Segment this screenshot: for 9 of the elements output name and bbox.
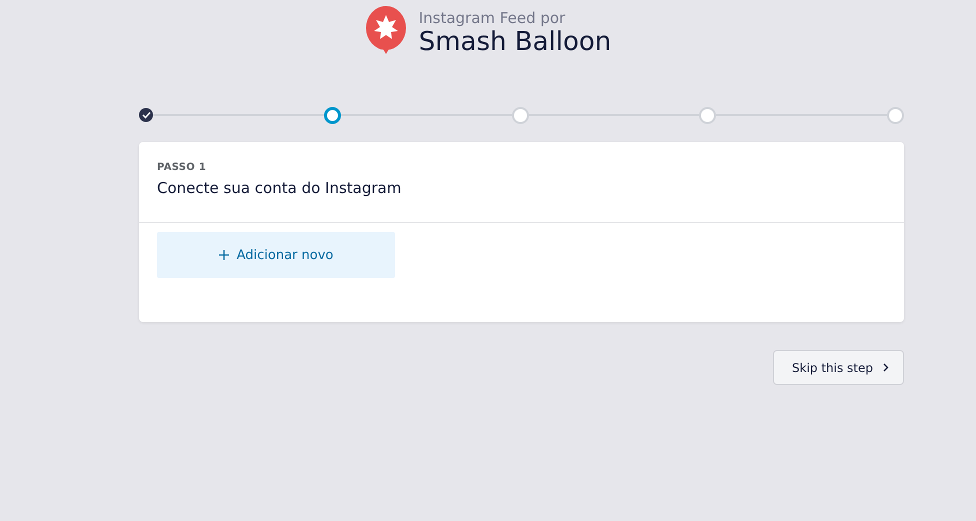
chevron-right-icon <box>883 363 889 372</box>
header-subtitle: Instagram Feed por <box>418 9 566 27</box>
check-icon <box>142 111 150 119</box>
plus-icon <box>218 250 229 260</box>
skip-step-button[interactable]: Skip this step <box>773 350 904 385</box>
header-title: Smash Balloon <box>418 27 612 57</box>
add-new-button[interactable]: Adicionar novo <box>157 232 395 278</box>
step-heading: Conecte sua conta do Instagram <box>157 179 402 197</box>
step-label: PASSO 1 <box>157 162 208 173</box>
